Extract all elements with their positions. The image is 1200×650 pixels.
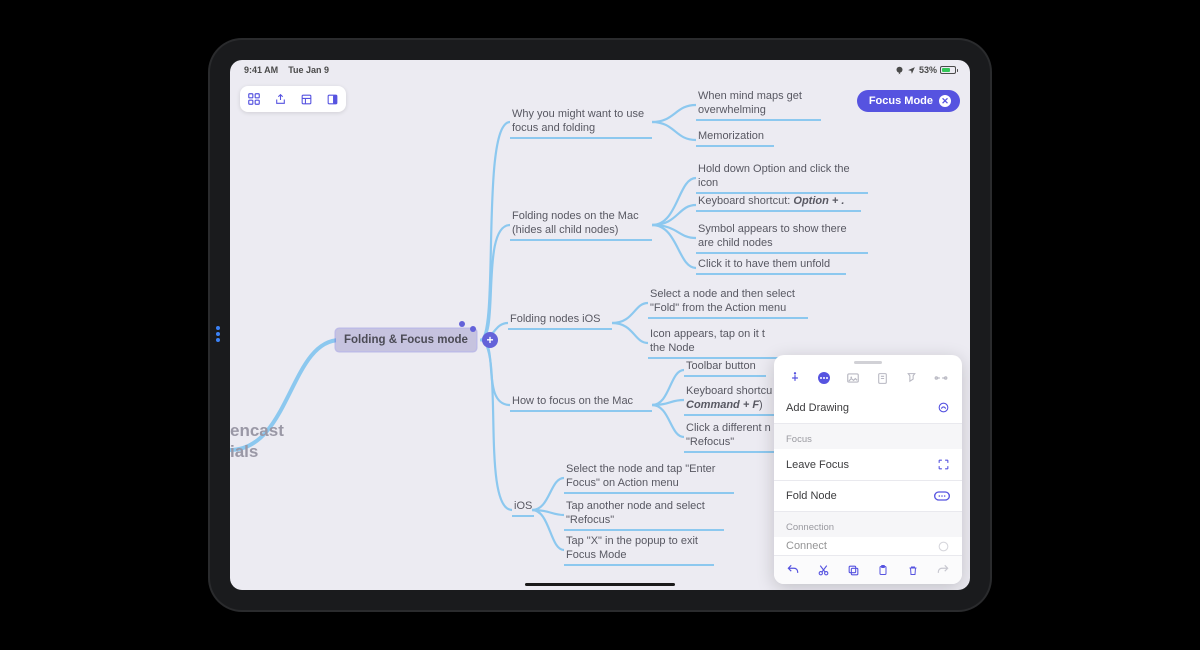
note-tab[interactable] xyxy=(875,370,891,386)
node-leaf[interactable]: Hold down Option and click the icon xyxy=(696,163,868,194)
delete-button[interactable] xyxy=(905,562,921,578)
leave-focus-row[interactable]: Leave Focus xyxy=(774,449,962,480)
fold-icon xyxy=(934,491,950,501)
node-leaf[interactable]: Select the node and tap "Enter Focus" on… xyxy=(564,463,734,494)
add-child-button[interactable]: + xyxy=(482,332,498,348)
node-leaf[interactable]: Toolbar button xyxy=(684,360,766,377)
section-connection-label: Connection xyxy=(774,511,962,537)
node-central[interactable]: Folding & Focus mode xyxy=(336,329,476,351)
more-tab[interactable] xyxy=(816,370,832,386)
paste-button[interactable] xyxy=(875,562,891,578)
panel-bottombar xyxy=(774,555,962,584)
add-drawing-row[interactable]: Add Drawing xyxy=(774,392,962,423)
drawing-icon xyxy=(937,401,950,414)
node-root[interactable]: encast ials xyxy=(230,420,292,463)
node-leaf[interactable]: Keyboard shortcut: Option + . xyxy=(696,195,861,212)
node-leaf[interactable]: Tap another node and select "Refocus" xyxy=(564,500,724,531)
connect-row[interactable]: Connect xyxy=(774,537,962,555)
add-drawing-label: Add Drawing xyxy=(786,402,849,414)
node-leaf[interactable]: Memorization xyxy=(696,130,774,147)
node-marker xyxy=(459,321,465,327)
copy-button[interactable] xyxy=(845,562,861,578)
section-focus-label: Focus xyxy=(774,423,962,449)
node-leaf[interactable]: When mind maps get overwhelming xyxy=(696,90,821,121)
leave-focus-icon xyxy=(937,458,950,471)
fold-node-row[interactable]: Fold Node xyxy=(774,480,962,511)
node-branch[interactable]: Why you might want to use focus and fold… xyxy=(510,108,652,139)
node-leaf[interactable]: Click it to have them unfold xyxy=(696,258,846,275)
link-tab[interactable] xyxy=(933,370,949,386)
undo-button[interactable] xyxy=(785,562,801,578)
panel-grabber[interactable] xyxy=(854,361,882,364)
node-leaf[interactable]: Symbol appears to show there are child n… xyxy=(696,223,868,254)
home-indicator[interactable] xyxy=(525,583,675,586)
ipad-frame: 9:41 AM Tue Jan 9 53% xyxy=(210,40,990,610)
node-branch[interactable]: How to focus on the Mac xyxy=(510,395,652,412)
redo-button[interactable] xyxy=(935,562,951,578)
panel-tabs xyxy=(774,368,962,392)
node-leaf[interactable]: Select a node and then select "Fold" fro… xyxy=(648,288,808,319)
node-leaf[interactable]: Click a different n "Refocus" xyxy=(684,422,784,453)
fold-node-label: Fold Node xyxy=(786,490,837,502)
app-screen: 9:41 AM Tue Jan 9 53% xyxy=(230,60,970,590)
connect-icon xyxy=(937,540,950,553)
leave-focus-label: Leave Focus xyxy=(786,459,849,471)
add-node-tab[interactable] xyxy=(787,370,803,386)
node-leaf[interactable]: Icon appears, tap on it t the Node xyxy=(648,328,778,359)
node-leaf[interactable]: Tap "X" in the popup to exit Focus Mode xyxy=(564,535,714,566)
node-branch[interactable]: iOS xyxy=(512,500,534,517)
cut-button[interactable] xyxy=(815,562,831,578)
style-tab[interactable] xyxy=(904,370,920,386)
image-tab[interactable] xyxy=(845,370,861,386)
node-branch[interactable]: Folding nodes on the Mac (hides all chil… xyxy=(510,210,652,241)
node-marker xyxy=(470,326,476,332)
action-panel: Add Drawing Focus Leave Focus Fold Node … xyxy=(774,355,962,584)
node-branch[interactable]: Folding nodes iOS xyxy=(508,313,612,330)
connect-label: Connect xyxy=(786,540,827,552)
